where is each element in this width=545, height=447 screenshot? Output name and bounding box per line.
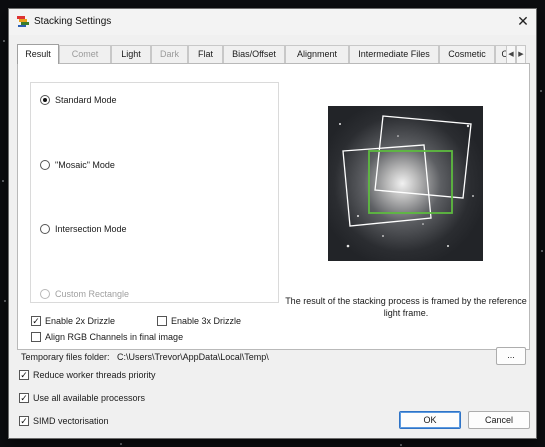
- app-icon: [17, 16, 29, 27]
- window-title: Stacking Settings: [34, 16, 112, 27]
- preview-caption: The result of the stacking process is fr…: [285, 296, 527, 318]
- check-icon: ✓: [19, 370, 29, 380]
- tab-bar: Result Comet Light Dark Flat Bias/Offset…: [17, 44, 517, 64]
- tab-flat[interactable]: Flat: [188, 45, 223, 64]
- temp-folder-label: Temporary files folder:: [21, 352, 110, 362]
- chevron-right-icon: ▶: [518, 51, 524, 58]
- tab-dark[interactable]: Dark: [151, 45, 188, 64]
- enable-3x-drizzle-checkbox[interactable]: Enable 3x Drizzle: [157, 314, 241, 328]
- temp-folder-path: C:\Users\Trevor\AppData\Local\Temp\: [117, 352, 269, 362]
- radio-indicator: [40, 289, 50, 299]
- enable-3x-drizzle-label: Enable 3x Drizzle: [171, 316, 242, 326]
- mosaic-mode-label: "Mosaic" Mode: [55, 160, 115, 170]
- intersection-mode-radio[interactable]: Intersection Mode: [40, 222, 127, 236]
- radio-indicator: [40, 160, 50, 170]
- stacking-mode-group: Standard Mode "Mosaic" Mode Intersection…: [30, 82, 279, 303]
- stacking-settings-dialog: Stacking Settings ✕ Result Comet Light D…: [8, 8, 537, 439]
- radio-indicator: [40, 95, 50, 105]
- checkbox-box: [157, 316, 167, 326]
- check-icon: ✓: [19, 393, 29, 403]
- intersection-mode-label: Intersection Mode: [55, 224, 127, 234]
- simd-vectorisation-checkbox[interactable]: ✓ SIMD vectorisation: [19, 414, 109, 428]
- result-tab-panel: Standard Mode "Mosaic" Mode Intersection…: [17, 63, 530, 350]
- tab-scroll-left-button[interactable]: ◀: [506, 45, 516, 64]
- close-icon: ✕: [517, 13, 529, 29]
- tab-light[interactable]: Light: [111, 45, 151, 64]
- custom-rectangle-label: Custom Rectangle: [55, 289, 130, 299]
- use-all-processors-label: Use all available processors: [33, 393, 146, 403]
- close-button[interactable]: ✕: [510, 9, 536, 35]
- checkbox-box: [31, 332, 41, 342]
- check-icon: ✓: [19, 416, 29, 426]
- mosaic-mode-radio[interactable]: "Mosaic" Mode: [40, 158, 115, 172]
- tab-intermediate-files[interactable]: Intermediate Files: [349, 45, 439, 64]
- standard-mode-radio[interactable]: Standard Mode: [40, 93, 117, 107]
- standard-mode-label: Standard Mode: [55, 95, 117, 105]
- enable-2x-drizzle-label: Enable 2x Drizzle: [45, 316, 116, 326]
- tab-bias-offset[interactable]: Bias/Offset: [223, 45, 285, 64]
- reduce-thread-priority-label: Reduce worker threads priority: [33, 370, 156, 380]
- ok-button[interactable]: OK: [399, 411, 461, 429]
- tab-cosmetic[interactable]: Cosmetic: [439, 45, 495, 64]
- chevron-left-icon: ◀: [508, 51, 514, 58]
- tab-result[interactable]: Result: [17, 44, 59, 64]
- tab-alignment[interactable]: Alignment: [285, 45, 349, 64]
- check-icon: ✓: [31, 316, 41, 326]
- title-bar: Stacking Settings ✕: [9, 9, 536, 35]
- align-rgb-label: Align RGB Channels in final image: [45, 332, 184, 342]
- custom-rectangle-radio: Custom Rectangle: [40, 287, 129, 301]
- cancel-button[interactable]: Cancel: [468, 411, 530, 429]
- stacking-result-preview: [328, 106, 483, 261]
- browse-temp-folder-button[interactable]: ...: [496, 347, 526, 365]
- tab-scroll-right-button[interactable]: ▶: [516, 45, 526, 64]
- radio-indicator: [40, 224, 50, 234]
- reduce-thread-priority-checkbox[interactable]: ✓ Reduce worker threads priority: [19, 368, 156, 382]
- use-all-processors-checkbox[interactable]: ✓ Use all available processors: [19, 391, 145, 405]
- simd-vectorisation-label: SIMD vectorisation: [33, 416, 109, 426]
- tab-comet[interactable]: Comet: [59, 45, 111, 64]
- align-rgb-checkbox[interactable]: Align RGB Channels in final image: [31, 330, 183, 344]
- enable-2x-drizzle-checkbox[interactable]: ✓ Enable 2x Drizzle: [31, 314, 115, 328]
